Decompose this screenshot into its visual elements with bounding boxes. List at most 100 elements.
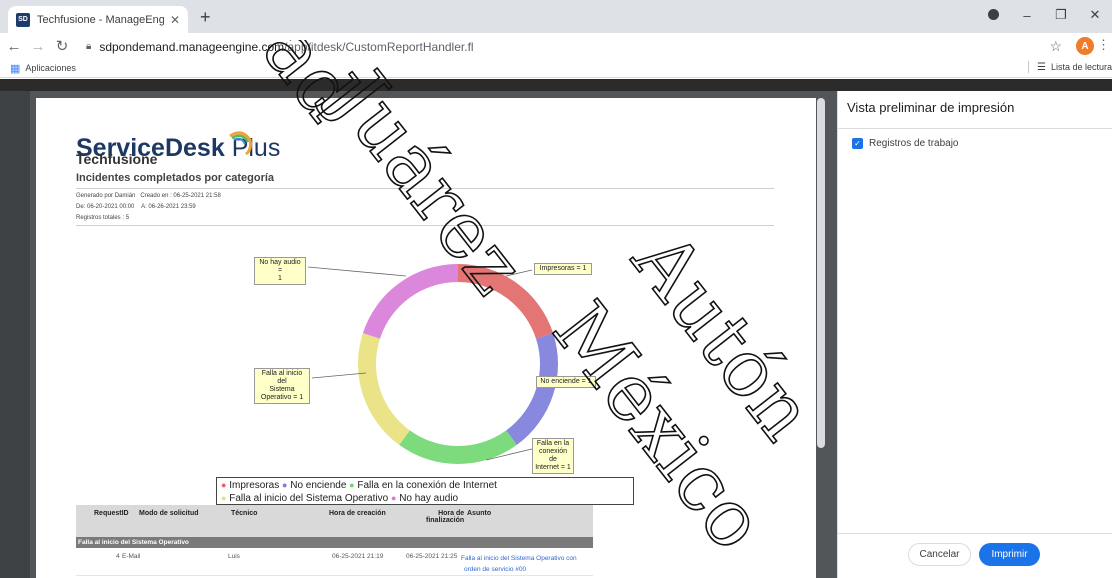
donut-slice-1 xyxy=(506,333,558,445)
legend-line-2: ● Falla al inicio del Sistema Operativo … xyxy=(221,492,629,505)
print-preview-dialog: Vista preliminar de impresión ✓ Registro… xyxy=(837,91,1112,578)
col-mode: Modo de solicitud xyxy=(139,510,199,517)
subject-line-1: Falla al inicio del Sistema Operativo co… xyxy=(461,555,577,562)
divider xyxy=(76,188,774,189)
callout-no-hay-audio: No hay audio = 1 xyxy=(254,257,306,285)
menu-icon[interactable]: ⋮ xyxy=(1097,37,1110,53)
group-header: Falla al inicio del Sistema Operativo xyxy=(76,537,593,548)
date-to: A: 06-26-2021 23:59 xyxy=(141,204,196,210)
recording-icon[interactable] xyxy=(976,8,1010,23)
preview-scrollbar[interactable] xyxy=(817,98,825,448)
cancel-button[interactable]: Cancelar xyxy=(908,543,971,566)
cell-subject-link[interactable]: Falla al inicio del Sistema Operativo co… xyxy=(461,553,593,575)
col-tech: Técnico xyxy=(231,510,258,517)
legend-line-1: ● Impresoras ● No enciende ● Falla en la… xyxy=(221,479,629,492)
callout-falla-inicio-so: Falla al inicio del Sistema Operativo = … xyxy=(254,368,310,404)
tab-title: Techfusione - ManageEngine Se xyxy=(37,13,164,26)
legend-dot: ● xyxy=(349,480,355,490)
window-controls: – ❐ ✕ xyxy=(976,0,1112,30)
callout-line: No hay audio = xyxy=(259,259,301,274)
category-donut-chart: No hay audio = 1 Impresoras = 1 Falla al… xyxy=(216,238,616,488)
callout-falla-internet: Falla en la conexión de Internet = 1 xyxy=(532,438,574,474)
worklogs-option[interactable]: ✓ Registros de trabajo xyxy=(852,138,959,149)
legend-dot: ● xyxy=(390,493,397,503)
callout-leader-0 xyxy=(307,266,407,277)
restore-icon[interactable]: ❐ xyxy=(1044,7,1078,23)
reading-list-label: Lista de lectura xyxy=(1050,62,1112,72)
legend-item: No enciende xyxy=(290,480,347,491)
bookmark-star-icon[interactable]: ☆ xyxy=(1049,38,1062,55)
table-header: RequestID Modo de solicitud Técnico Hora… xyxy=(76,505,593,537)
col-request-id: RequestID xyxy=(94,510,129,517)
cell-mode: E-Mail xyxy=(122,553,141,560)
minimize-icon[interactable]: – xyxy=(1010,8,1044,23)
reading-list-icon: ☰ xyxy=(1036,61,1046,73)
report-meta-generated: Generado por Damián Creado en : 06-25-20… xyxy=(76,193,221,199)
servicedesk-favicon-icon: SD xyxy=(16,12,30,27)
cell-request-id: 4 xyxy=(116,553,120,560)
forward-icon[interactable]: → xyxy=(28,38,48,55)
donut-slice-4 xyxy=(362,264,458,339)
back-icon[interactable]: ← xyxy=(4,38,24,55)
chart-legend: ● Impresoras ● No enciende ● Falla en la… xyxy=(216,477,634,505)
browser-tab[interactable]: SD Techfusione - ManageEngine Se ✕ xyxy=(8,6,188,33)
logo-swoosh-icon xyxy=(229,131,252,156)
report-title: Incidentes completados por categoría xyxy=(76,172,275,184)
legend-item: Impresoras xyxy=(229,480,280,491)
created-on: Creado en : 06-25-2021 21:58 xyxy=(140,193,221,199)
total-records: Registros totales : 5 xyxy=(76,215,130,221)
callout-line: Sistema xyxy=(269,386,295,393)
callout-line: conexión de xyxy=(538,448,568,463)
callout-leader-2 xyxy=(311,372,367,379)
col-created: Hora de creación xyxy=(329,510,386,517)
callout-line: Operativo = 1 xyxy=(260,394,304,401)
apps-grid-icon[interactable]: ▦ xyxy=(10,62,20,75)
url-host: sdpondemand.manageengine.com xyxy=(99,39,285,54)
table-row: 4 E-Mail Luis 06-25-2021 21:19 06-25-202… xyxy=(76,548,593,576)
legend-dot: ● xyxy=(282,480,288,490)
cell-created: 06-25-2021 21:19 xyxy=(332,553,384,560)
legend-dot: ● xyxy=(221,493,227,503)
legend-item: No hay audio xyxy=(399,493,459,504)
page-side-rail xyxy=(0,91,30,578)
organization-name: Techfusione xyxy=(76,151,158,167)
report-meta-range: De: 06-20-2021 00:00 A: 06-26-2021 23:59 xyxy=(76,204,196,210)
separator xyxy=(1027,61,1029,73)
cell-finished: 06-25-2021 21:25 xyxy=(406,553,458,560)
callout-impresoras: Impresoras = 1 xyxy=(534,263,592,275)
checkbox-checked-icon[interactable]: ✓ xyxy=(852,138,863,149)
profile-avatar[interactable]: A xyxy=(1076,37,1094,55)
reading-list-button[interactable]: ☰ Lista de lectura xyxy=(1027,61,1112,73)
divider xyxy=(76,225,774,226)
incidents-table: RequestID Modo de solicitud Técnico Hora… xyxy=(76,505,593,576)
date-from: De: 06-20-2021 00:00 xyxy=(76,204,135,210)
close-tab-icon[interactable]: ✕ xyxy=(170,13,180,27)
url-text: sdpondemand.manageengine.com/app/itdesk/… xyxy=(99,40,473,54)
address-bar[interactable]: 🔒︎ sdpondemand.manageengine.com/app/itde… xyxy=(86,37,1046,56)
lock-icon[interactable]: 🔒︎ xyxy=(86,41,91,52)
print-button[interactable]: Imprimir xyxy=(979,543,1040,566)
close-window-icon[interactable]: ✕ xyxy=(1078,7,1112,23)
print-preview-page: ServiceDesk Plus Techfusione Incidentes … xyxy=(36,98,816,578)
subject-line-2: orden de servicio #00 xyxy=(464,566,527,573)
callout-line: Falla al inicio del xyxy=(261,370,303,385)
donut-slice-0 xyxy=(458,264,554,339)
divider xyxy=(838,128,1112,129)
legend-dot: ● xyxy=(221,480,227,490)
col-subject: Asunto xyxy=(467,510,492,517)
cell-tech: Luis xyxy=(228,553,240,560)
reload-icon[interactable]: ↻ xyxy=(52,37,72,55)
new-tab-icon[interactable]: + xyxy=(200,8,211,26)
donut-slice-2 xyxy=(399,430,517,464)
bookmarks-bar: ▦ Aplicaciones ☰ Lista de lectura xyxy=(0,59,1112,78)
apps-bookmark[interactable]: Aplicaciones xyxy=(25,63,76,73)
callout-leader-1 xyxy=(505,269,533,277)
col-finished: Hora de finalización xyxy=(426,510,464,524)
browser-tab-strip: SD Techfusione - ManageEngine Se ✕ + – ❐… xyxy=(0,0,1112,33)
dialog-title: Vista preliminar de impresión xyxy=(847,100,1015,115)
callout-no-enciende: No enciende = 1 xyxy=(536,376,596,388)
col-finished-line1: Hora de xyxy=(438,510,465,517)
donut-slice-3 xyxy=(358,333,410,445)
legend-item: Falla al inicio del Sistema Operativo xyxy=(229,493,389,504)
callout-line: 1 xyxy=(278,275,282,282)
